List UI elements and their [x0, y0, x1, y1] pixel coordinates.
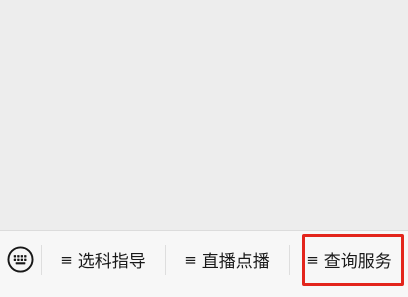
menu-item-label: 直播点播: [201, 252, 270, 272]
menu-item-query-service[interactable]: ≡ 查询服务: [290, 231, 408, 288]
message-area: [0, 0, 408, 230]
menu-list-icon: ≡: [184, 250, 197, 269]
menu-list-icon: ≡: [60, 250, 73, 269]
menu-item-label: 选科指导: [77, 252, 146, 272]
menu-item-label: 查询服务: [323, 252, 392, 272]
menu-item-live-vod[interactable]: ≡ 直播点播: [166, 231, 288, 288]
custom-menu-bar: ≡ 选科指导 ≡ 直播点播 ≡ 查询服务: [0, 230, 408, 297]
menu-item-subject-guidance[interactable]: ≡ 选科指导: [42, 231, 164, 288]
keyboard-icon: [6, 246, 34, 273]
menu-list-icon: ≡: [306, 250, 319, 269]
keyboard-toggle-button[interactable]: [0, 231, 40, 288]
chat-screen: ≡ 选科指导 ≡ 直播点播 ≡ 查询服务: [0, 0, 408, 297]
